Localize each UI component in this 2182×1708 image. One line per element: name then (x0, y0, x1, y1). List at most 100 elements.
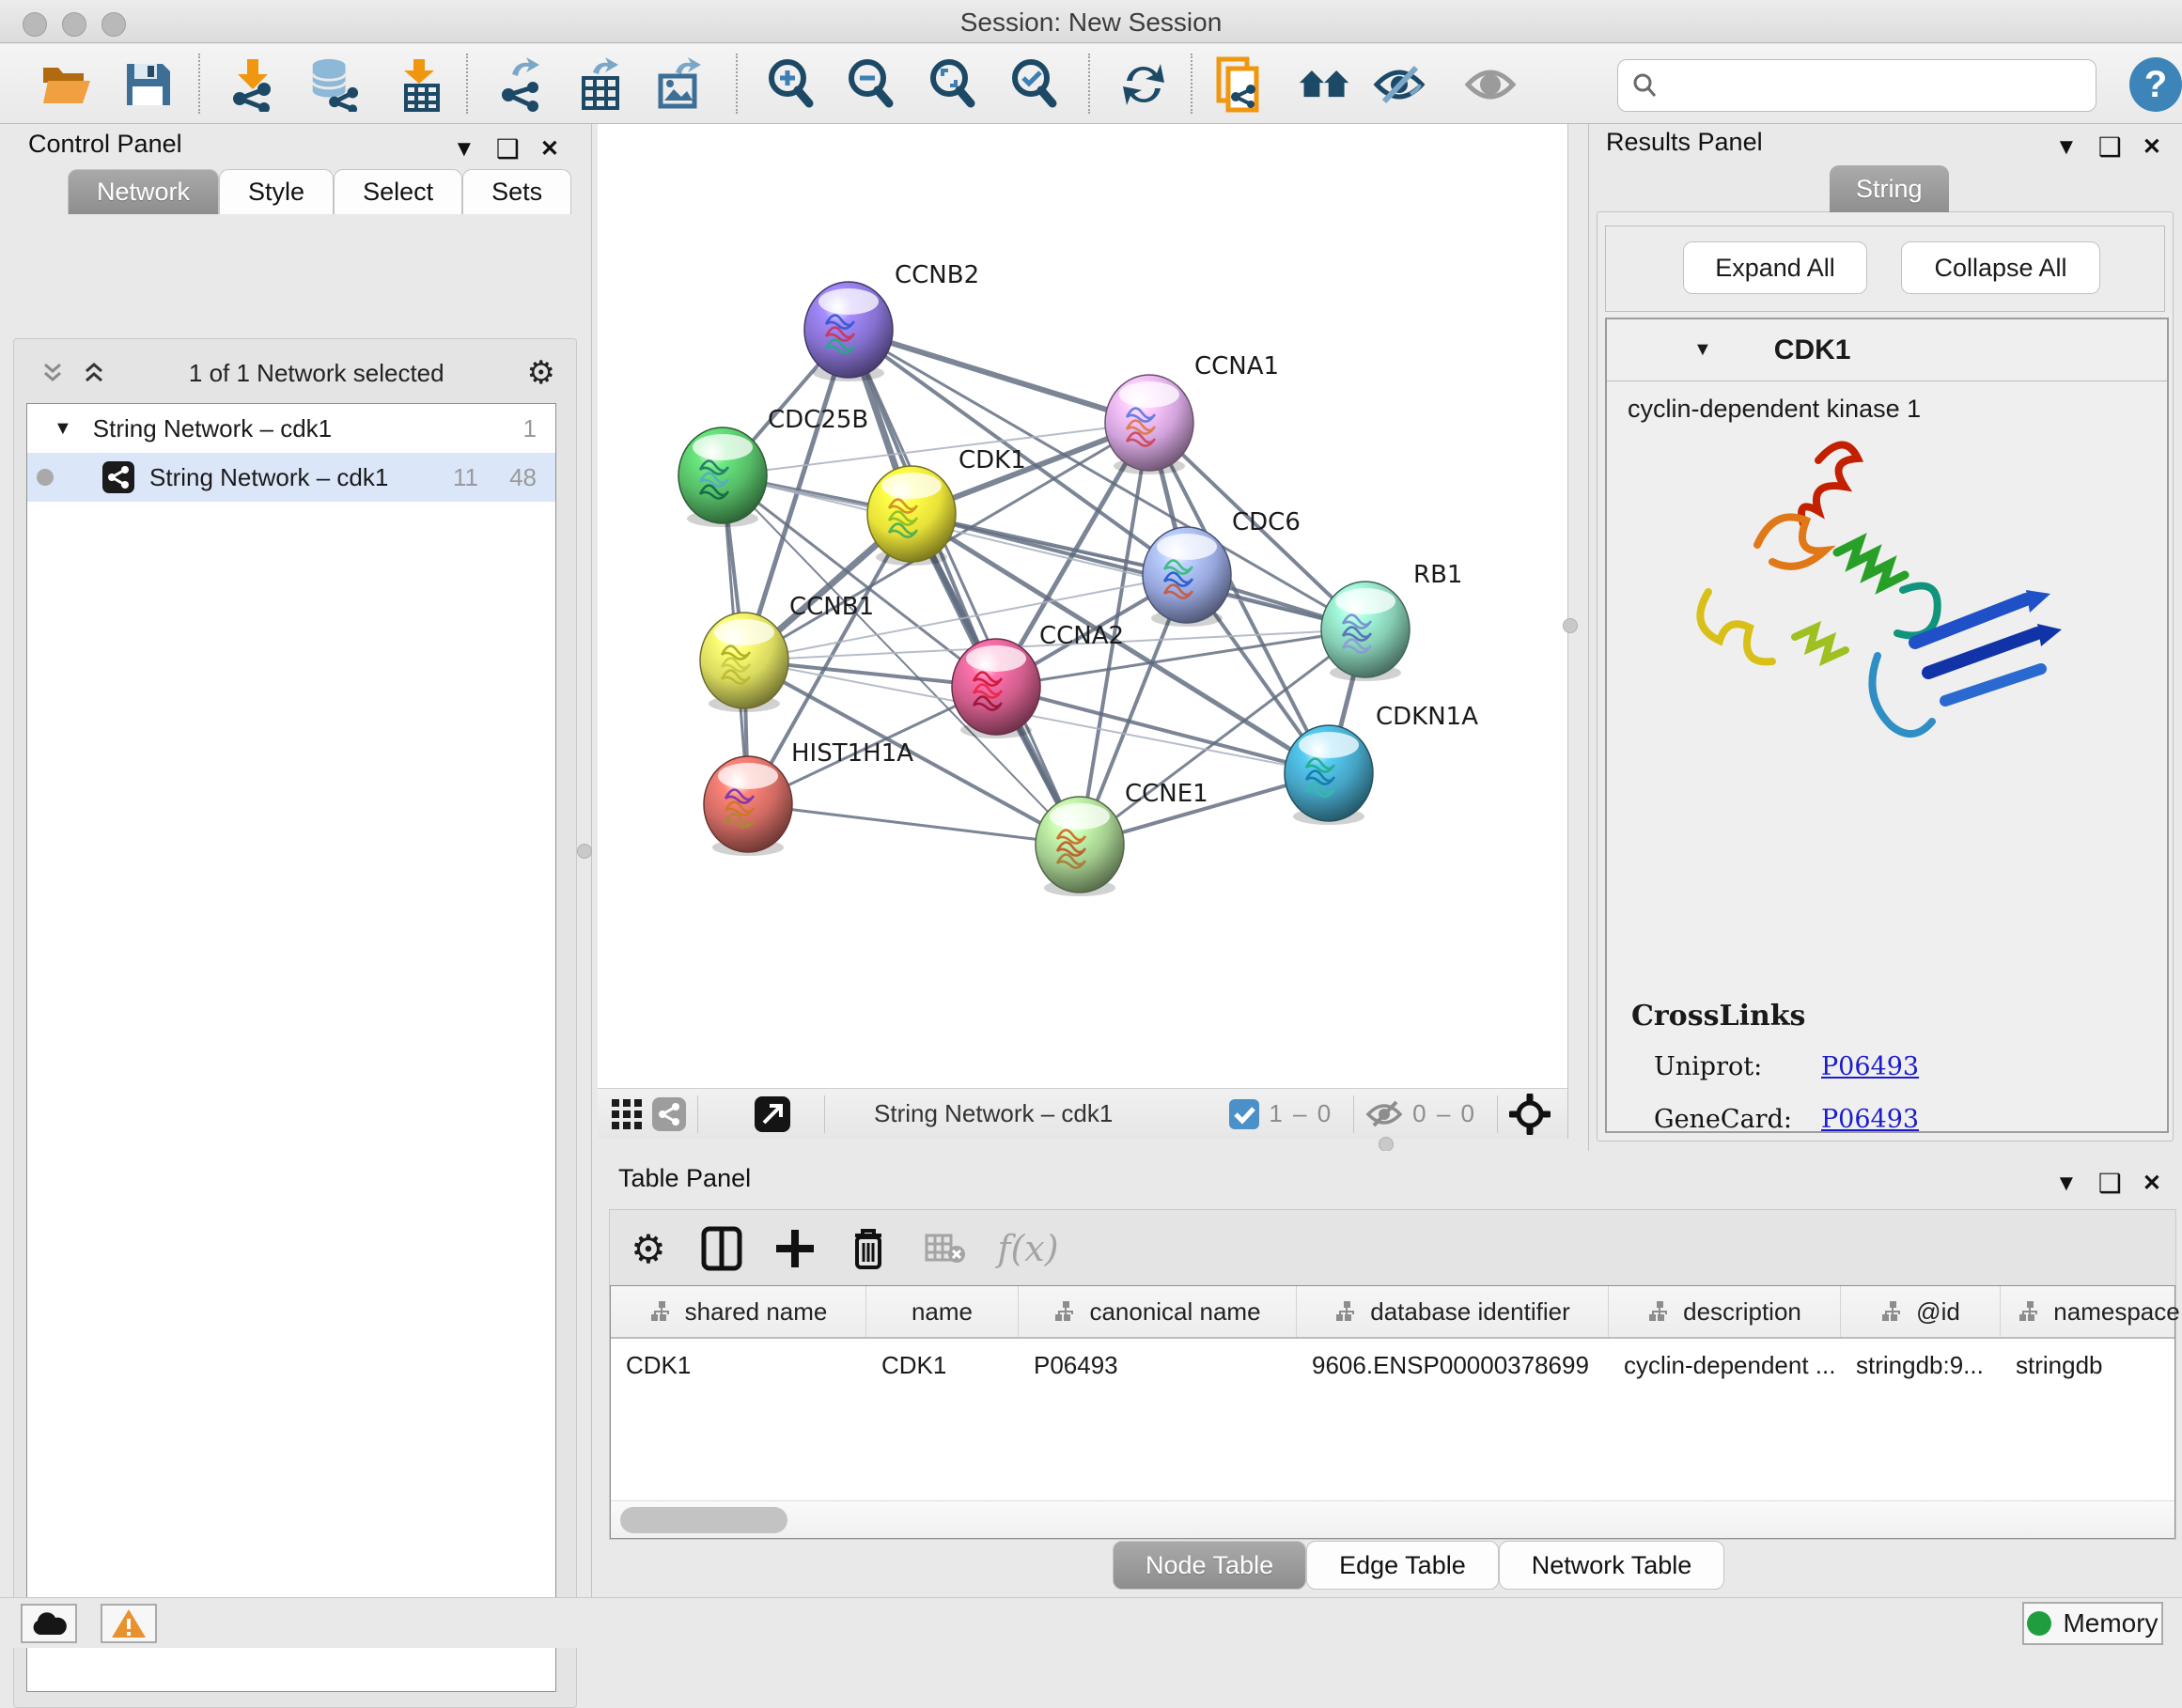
panel-float-icon[interactable]: ❑ (2098, 132, 2122, 163)
table-cell[interactable]: stringdb (2001, 1351, 2182, 1380)
collapse-all-chevrons-icon[interactable] (40, 361, 65, 385)
table-cell[interactable]: CDK1 (866, 1351, 1019, 1380)
horizontal-scrollbar[interactable] (611, 1500, 2174, 1538)
network-collection-row[interactable]: ▼ String Network – cdk1 1 (27, 404, 555, 453)
hide-selected-eye-slash-icon[interactable] (1373, 57, 1427, 112)
table-cell[interactable]: 9606.ENSP00000378699 (1297, 1351, 1609, 1380)
export-image-icon[interactable] (652, 57, 707, 112)
column-header-3[interactable]: database identifier (1297, 1286, 1609, 1337)
gear-icon[interactable]: ⚙ (623, 1223, 674, 1274)
columns-icon[interactable] (696, 1223, 747, 1274)
network-edge[interactable] (996, 687, 1329, 773)
crosshair-icon[interactable] (1509, 1094, 1551, 1135)
import-network-file-icon[interactable] (226, 57, 280, 112)
search-input[interactable] (1617, 59, 2096, 112)
memory-button[interactable]: Memory (2022, 1602, 2163, 1645)
network-node-cdc25b[interactable]: CDC25B (678, 406, 868, 527)
memory-label: Memory (2063, 1608, 2158, 1638)
tab-edge-table[interactable]: Edge Table (1306, 1541, 1499, 1590)
panel-menu-icon[interactable]: ▼ (2055, 1171, 2078, 1197)
network-node-hist1h1a[interactable]: HIST1H1A (704, 739, 913, 856)
crosslink-link[interactable]: P06493 (1821, 1052, 1919, 1081)
duplicate-network-icon[interactable] (1215, 57, 1270, 112)
zoom-fit-icon[interactable] (926, 57, 980, 112)
expand-all-button[interactable]: Expand All (1683, 241, 1867, 294)
tab-network[interactable]: Network (68, 169, 219, 214)
tab-string[interactable]: String (1830, 165, 1949, 212)
delete-table-icon[interactable] (920, 1223, 971, 1274)
table-cell[interactable]: cyclin-dependent ... (1609, 1351, 1841, 1380)
column-header-4[interactable]: description (1609, 1286, 1841, 1337)
refresh-icon[interactable] (1116, 57, 1171, 112)
column-header-1[interactable]: name (866, 1286, 1019, 1337)
show-all-eye-icon[interactable] (1464, 57, 1519, 112)
gear-icon[interactable]: ⚙ (527, 354, 555, 392)
warning-button[interactable] (101, 1604, 157, 1643)
delete-icon[interactable] (843, 1223, 894, 1274)
import-table-icon[interactable] (392, 57, 446, 112)
hidden-count: 0 – 0 (1412, 1099, 1476, 1128)
panel-menu-icon[interactable]: ▼ (453, 136, 475, 163)
export-network-icon[interactable] (492, 57, 547, 112)
add-icon[interactable] (770, 1223, 820, 1274)
right-splitter-handle[interactable] (1563, 618, 1578, 633)
panel-float-icon[interactable]: ❑ (2098, 1168, 2122, 1199)
tab-select[interactable]: Select (334, 169, 462, 214)
panel-float-icon[interactable]: ❑ (496, 133, 520, 164)
share-icon[interactable] (652, 1097, 686, 1131)
crosslink-link[interactable]: P06493 (1821, 1105, 1919, 1134)
table-cell[interactable]: CDK1 (611, 1351, 866, 1380)
tab-node-table[interactable]: Node Table (1113, 1541, 1306, 1590)
column-header-2[interactable]: canonical name (1019, 1286, 1297, 1337)
save-session-icon[interactable] (120, 57, 175, 112)
panel-close-icon[interactable]: ✕ (2143, 1170, 2161, 1197)
tab-style[interactable]: Style (219, 169, 334, 214)
table-row[interactable]: CDK1CDK1P064939606.ENSP00000378699cyclin… (611, 1341, 2174, 1390)
network-node-ccne1[interactable]: CCNE1 (1036, 780, 1208, 896)
horizontal-splitter-handle[interactable] (1379, 1137, 1394, 1152)
toolbar-separator (466, 54, 468, 114)
cloud-button[interactable] (21, 1604, 77, 1643)
tree-hierarchy-icon (649, 1300, 674, 1323)
zoom-out-icon[interactable] (844, 57, 898, 112)
expand-all-chevrons-icon[interactable] (82, 361, 106, 385)
help-button[interactable]: ? (2129, 57, 2182, 112)
network-graph[interactable]: CCNB2CCNA1CDC25BCDK1CDC6RB1CCNB1CCNA2CDK… (598, 124, 1568, 1088)
hidden-eye-slash-icon[interactable] (1365, 1098, 1403, 1130)
network-edge[interactable] (849, 330, 1149, 423)
grid-icon[interactable] (611, 1098, 643, 1130)
panel-close-icon[interactable]: ✕ (2143, 133, 2161, 161)
export-table-icon[interactable] (573, 57, 628, 112)
tab-sets[interactable]: Sets (462, 169, 571, 214)
zoom-selected-icon[interactable] (1007, 57, 1062, 112)
column-header-5[interactable]: @id (1841, 1286, 2001, 1337)
panel-close-icon[interactable]: ✕ (540, 135, 559, 163)
network-node-ccna1[interactable]: CCNA1 (1105, 352, 1279, 474)
table-cell[interactable]: stringdb:9... (1841, 1351, 2001, 1380)
network-row[interactable]: String Network – cdk1 11 48 (27, 453, 555, 502)
node-description: cyclin-dependent kinase 1 (1628, 395, 1921, 424)
open-session-icon[interactable] (39, 57, 94, 112)
home-neighbors-icon[interactable] (1298, 57, 1352, 112)
network-canvas[interactable]: CCNB2CCNA1CDC25BCDK1CDC6RB1CCNB1CCNA2CDK… (598, 124, 1568, 1139)
column-header-6[interactable]: namespace (2001, 1286, 2182, 1337)
external-link-icon[interactable] (755, 1096, 790, 1132)
table-cell[interactable]: P06493 (1019, 1351, 1297, 1380)
network-node-rb1[interactable]: RB1 (1321, 561, 1462, 681)
node-section-header[interactable]: ▼ CDK1 (1607, 319, 2167, 381)
selected-checkbox-icon[interactable] (1229, 1099, 1259, 1129)
left-splitter-handle[interactable] (577, 844, 592, 859)
network-node-cdkn1a[interactable]: CDKN1A (1285, 703, 1478, 825)
panel-menu-icon[interactable]: ▼ (2055, 134, 2078, 161)
zoom-in-icon[interactable] (764, 57, 818, 112)
import-network-database-icon[interactable] (305, 57, 360, 112)
collapse-all-button[interactable]: Collapse All (1901, 241, 2100, 294)
network-node-ccnb1[interactable]: CCNB1 (700, 593, 874, 712)
collapse-arrow-icon[interactable]: ▼ (1693, 339, 1712, 361)
collapse-arrow-icon[interactable]: ▼ (54, 418, 72, 440)
node-count: 11 (453, 463, 478, 492)
column-header-0[interactable]: shared name (611, 1286, 866, 1337)
network-edge[interactable] (748, 804, 1080, 845)
tab-network-table[interactable]: Network Table (1499, 1541, 1725, 1590)
scrollbar-thumb[interactable] (620, 1507, 787, 1533)
